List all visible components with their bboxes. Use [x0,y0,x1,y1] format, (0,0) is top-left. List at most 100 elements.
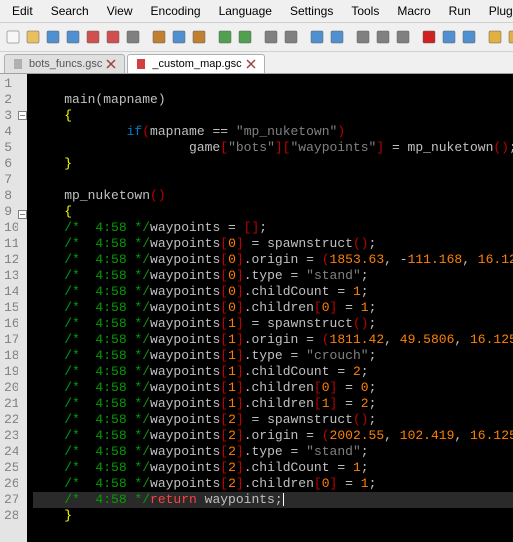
line-number: 2 [4,92,12,108]
fold-cell[interactable] [18,306,27,322]
code-line[interactable]: /* 4:58 */waypoints[1].origin = (1811.42… [33,332,513,348]
open-button[interactable] [24,26,42,48]
code-line[interactable]: /* 4:58 */waypoints = []; [33,220,513,236]
t2-button[interactable] [506,26,513,48]
fold-cell[interactable] [18,434,27,450]
code-line[interactable]: /* 4:58 */waypoints[0].childCount = 1; [33,284,513,300]
fold-cell[interactable] [18,274,27,290]
t1-button[interactable] [486,26,504,48]
fold-cell[interactable] [18,143,27,159]
tab[interactable]: _custom_map.gsc [127,54,264,73]
copy-button[interactable] [170,26,188,48]
close-icon[interactable] [246,59,256,69]
fold-cell[interactable] [18,418,27,434]
code-line[interactable]: } [33,508,513,524]
close-all-button[interactable] [104,26,122,48]
fold-cell[interactable] [18,111,27,127]
fold-cell[interactable] [18,92,27,108]
fold-cell[interactable] [18,175,27,191]
close-icon[interactable] [106,59,116,69]
fold-cell[interactable] [18,191,27,207]
menu-run[interactable]: Run [441,2,479,20]
new-button[interactable] [4,26,22,48]
fold-cell[interactable] [18,76,27,92]
code-line[interactable]: /* 4:58 */waypoints[1].type = "crouch"; [33,348,513,364]
code-line[interactable]: if(mapname == "mp_nuketown") [33,124,513,140]
fold-toggle[interactable] [18,111,27,120]
fold-cell[interactable] [18,402,27,418]
menu-plugins[interactable]: Plugins [481,2,513,20]
code-line[interactable]: /* 4:58 */return waypoints; [33,492,513,508]
fold-cell[interactable] [18,450,27,466]
code-editor[interactable]: 1234567891011121314151617181920212223242… [0,74,513,542]
redo-button[interactable] [236,26,254,48]
fold-cell[interactable] [18,338,27,354]
fold-cell[interactable] [18,242,27,258]
code-line[interactable]: /* 4:58 */waypoints[0].children[0] = 1; [33,300,513,316]
menu-search[interactable]: Search [43,2,97,20]
code-line[interactable] [33,172,513,188]
code-line[interactable]: /* 4:58 */waypoints[2].childCount = 1; [33,460,513,476]
code-line[interactable]: main(mapname) [33,92,513,108]
fold-cell[interactable] [18,258,27,274]
paste-button[interactable] [190,26,208,48]
fold-cell[interactable] [18,498,27,514]
menu-view[interactable]: View [99,2,141,20]
code-line[interactable]: /* 4:58 */waypoints[1].children[0] = 0; [33,380,513,396]
replace-button[interactable] [282,26,300,48]
fold-toggle[interactable] [18,210,27,219]
menu-encoding[interactable]: Encoding [143,2,209,20]
code-line[interactable]: /* 4:58 */waypoints[0].origin = (1853.63… [33,252,513,268]
fold-cell[interactable] [18,386,27,402]
zoom-out-button[interactable] [328,26,346,48]
fold-cell[interactable] [18,370,27,386]
menu-macro[interactable]: Macro [389,2,438,20]
save-all-button[interactable] [64,26,82,48]
fold-cell[interactable] [18,210,27,226]
fold-cell[interactable] [18,290,27,306]
macro-multi-button[interactable] [460,26,478,48]
fold-cell[interactable] [18,514,27,530]
print-button[interactable] [124,26,142,48]
fold-cell[interactable] [18,466,27,482]
code-area[interactable]: main(mapname) { if(mapname == "mp_nuketo… [27,74,513,542]
fold-cell[interactable] [18,322,27,338]
zoom-in-button[interactable] [308,26,326,48]
macro-record-button[interactable] [420,26,438,48]
fold-cell[interactable] [18,226,27,242]
menu-language[interactable]: Language [211,2,280,20]
code-line[interactable]: /* 4:58 */waypoints[1].childCount = 2; [33,364,513,380]
show-all-button[interactable] [374,26,392,48]
code-line[interactable]: game["bots"]["waypoints"] = mp_nuketown(… [33,140,513,156]
code-line[interactable]: /* 4:58 */waypoints[0].type = "stand"; [33,268,513,284]
code-line[interactable]: mp_nuketown() [33,188,513,204]
fold-cell[interactable] [18,159,27,175]
code-line[interactable]: /* 4:58 */waypoints[2].type = "stand"; [33,444,513,460]
code-line[interactable]: /* 4:58 */waypoints[0] = spawnstruct(); [33,236,513,252]
tab[interactable]: bots_funcs.gsc [4,54,125,73]
save-button[interactable] [44,26,62,48]
fold-gutter[interactable] [18,74,27,542]
undo-button[interactable] [216,26,234,48]
code-line[interactable]: /* 4:58 */waypoints[1] = spawnstruct(); [33,316,513,332]
code-line[interactable]: } [33,156,513,172]
menu-settings[interactable]: Settings [282,2,341,20]
fold-cell[interactable] [18,354,27,370]
code-line[interactable]: /* 4:58 */waypoints[2].children[0] = 1; [33,476,513,492]
close-button[interactable] [84,26,102,48]
fold-cell[interactable] [18,482,27,498]
code-line[interactable] [33,76,513,92]
word-wrap-button[interactable] [354,26,372,48]
macro-play-button[interactable] [440,26,458,48]
code-line[interactable]: { [33,204,513,220]
code-line[interactable]: { [33,108,513,124]
indent-guide-button[interactable] [394,26,412,48]
fold-cell[interactable] [18,127,27,143]
menu-tools[interactable]: Tools [343,2,387,20]
code-line[interactable]: /* 4:58 */waypoints[2].origin = (2002.55… [33,428,513,444]
code-line[interactable]: /* 4:58 */waypoints[1].children[1] = 2; [33,396,513,412]
find-button[interactable] [262,26,280,48]
cut-button[interactable] [150,26,168,48]
code-line[interactable]: /* 4:58 */waypoints[2] = spawnstruct(); [33,412,513,428]
menu-edit[interactable]: Edit [4,2,41,20]
